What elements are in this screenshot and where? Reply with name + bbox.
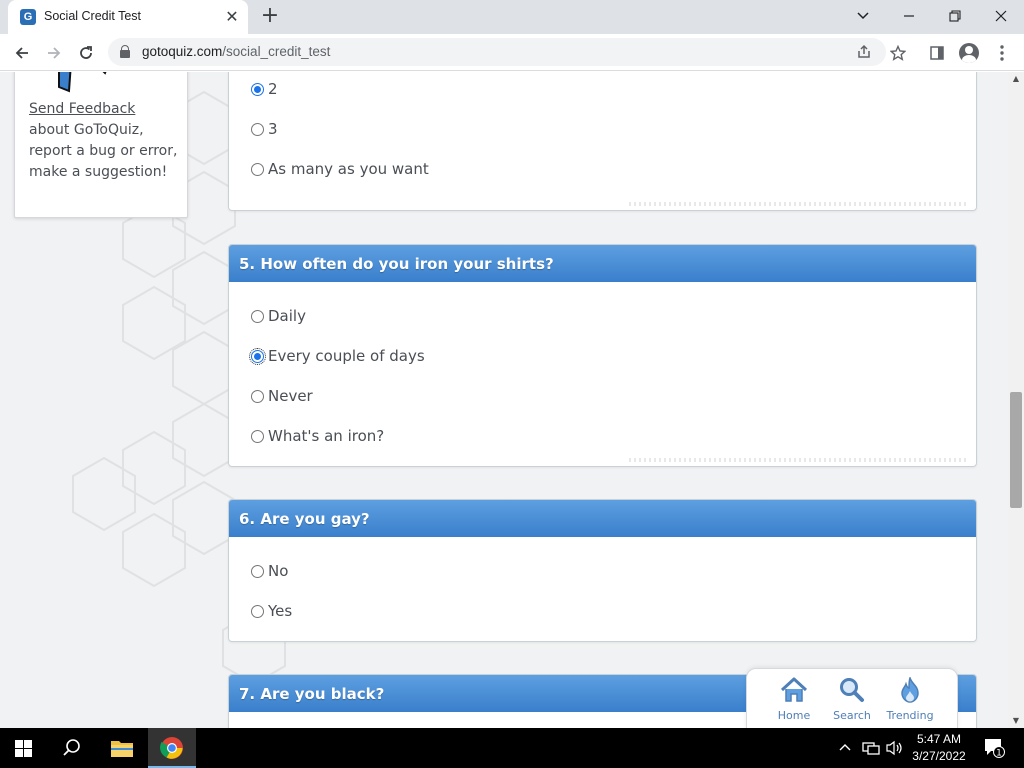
nav-search-label: Search [833, 709, 871, 722]
option-label: Yes [268, 602, 293, 620]
feedback-description: about GoToQuiz, report a bug or error, m… [29, 122, 178, 180]
tab-strip: G Social Credit Test ✕ + [0, 0, 1024, 34]
taskbar-search-icon[interactable] [48, 728, 96, 768]
radio-button[interactable] [249, 347, 266, 365]
tab-close-icon[interactable]: ✕ [222, 7, 242, 27]
question-card-4: 2 3 As many as you want [228, 72, 977, 211]
option-label: Never [268, 387, 313, 405]
forward-icon[interactable] [40, 39, 68, 67]
page-scrollbar[interactable]: ▲ ▼ [1008, 72, 1024, 728]
clock-date: 3/27/2022 [912, 749, 966, 763]
tab-search-chevron-icon[interactable] [840, 0, 886, 32]
page-content: Send Feedback about GoToQuiz, report a b… [0, 72, 1008, 728]
tab-title: Social Credit Test [44, 9, 142, 23]
question-title: 6. Are you gay? [229, 500, 976, 537]
bottom-navigation: Home Search Trending [746, 668, 958, 728]
browser-toolbar: gotoquiz.com/social_credit_test [0, 34, 1024, 71]
windows-start-icon[interactable] [15, 740, 32, 757]
option-never[interactable]: Never [251, 385, 313, 407]
back-icon[interactable] [8, 39, 36, 67]
minimize-icon[interactable] [886, 0, 932, 32]
url-text[interactable]: gotoquiz.com/social_credit_test [142, 44, 330, 59]
search-icon [840, 678, 864, 702]
clock-time: 5:47 AM [916, 732, 962, 746]
scroll-up-arrow-icon[interactable]: ▲ [1008, 72, 1024, 86]
radio-button[interactable] [251, 604, 264, 618]
option-no[interactable]: No [251, 560, 288, 582]
card-divider [629, 458, 969, 462]
window-close-icon[interactable] [978, 0, 1024, 32]
windows-taskbar: 5:47 AM 3/27/2022 1 [0, 728, 1024, 768]
option-2[interactable]: 2 [251, 78, 278, 100]
tray-chevron-up-icon[interactable] [838, 740, 852, 758]
option-label: As many as you want [268, 160, 429, 178]
url-path: /social_credit_test [222, 44, 331, 59]
option-whats-an-iron[interactable]: What's an iron? [251, 425, 384, 447]
option-label: 2 [268, 80, 278, 98]
mascot-illustration-icon [58, 72, 107, 93]
radio-button[interactable] [251, 82, 264, 96]
site-favicon-icon: G [20, 9, 36, 25]
menu-kebab-icon[interactable] [991, 42, 1013, 64]
flame-icon [901, 675, 919, 703]
option-label: What's an iron? [268, 427, 385, 445]
nav-home-label: Home [777, 709, 811, 722]
nav-trending[interactable]: Trending [881, 675, 939, 722]
feedback-text: Send Feedback about GoToQuiz, report a b… [29, 99, 179, 183]
home-icon [780, 677, 808, 702]
network-icon[interactable] [862, 740, 880, 760]
notification-center-icon[interactable]: 1 [984, 738, 1006, 762]
lock-icon[interactable] [120, 45, 130, 58]
file-explorer-icon[interactable] [98, 728, 146, 768]
share-icon[interactable] [854, 42, 874, 62]
option-3[interactable]: 3 [251, 118, 278, 140]
restore-icon[interactable] [932, 0, 978, 32]
new-tab-button[interactable]: + [258, 5, 282, 29]
nav-home[interactable]: Home [765, 677, 823, 722]
option-label: 3 [268, 120, 278, 138]
browser-tab[interactable]: G Social Credit Test ✕ [8, 0, 248, 34]
chrome-taskbar-icon[interactable] [148, 728, 196, 768]
option-every-couple-of-days[interactable]: Every couple of days [249, 345, 425, 367]
card-divider [629, 202, 969, 206]
option-as-many-as-you-want[interactable]: As many as you want [251, 158, 429, 180]
send-feedback-link[interactable]: Send Feedback [29, 101, 135, 117]
radio-button[interactable] [251, 309, 264, 323]
feedback-card: Send Feedback about GoToQuiz, report a b… [14, 72, 188, 218]
radio-button[interactable] [251, 122, 264, 136]
radio-button[interactable] [251, 429, 264, 443]
question-card-6: 6. Are you gay? No Yes [228, 499, 977, 642]
reload-icon[interactable] [72, 39, 100, 67]
option-label: Daily [268, 307, 306, 325]
radio-button[interactable] [251, 564, 264, 578]
option-label: No [268, 562, 289, 580]
nav-trending-label: Trending [886, 709, 934, 722]
bookmark-star-icon[interactable] [887, 42, 909, 64]
profile-avatar-icon[interactable] [959, 43, 979, 63]
side-panel-icon[interactable] [926, 42, 948, 64]
question-title: 5. How often do you iron your shirts? [229, 245, 976, 282]
radio-button[interactable] [251, 389, 264, 403]
scroll-down-arrow-icon[interactable]: ▼ [1008, 714, 1024, 728]
notification-count: 1 [996, 749, 1002, 759]
option-label: Every couple of days [268, 347, 425, 365]
address-bar[interactable]: gotoquiz.com/social_credit_test [108, 38, 886, 66]
radio-button[interactable] [251, 162, 264, 176]
url-domain: gotoquiz.com [142, 44, 223, 59]
question-card-5: 5. How often do you iron your shirts? Da… [228, 244, 977, 467]
scrollbar-thumb[interactable] [1010, 392, 1022, 508]
nav-search[interactable]: Search [823, 677, 881, 722]
option-yes[interactable]: Yes [251, 600, 292, 622]
system-clock[interactable]: 5:47 AM 3/27/2022 [910, 731, 968, 765]
volume-icon[interactable] [886, 740, 904, 760]
option-daily[interactable]: Daily [251, 305, 306, 327]
